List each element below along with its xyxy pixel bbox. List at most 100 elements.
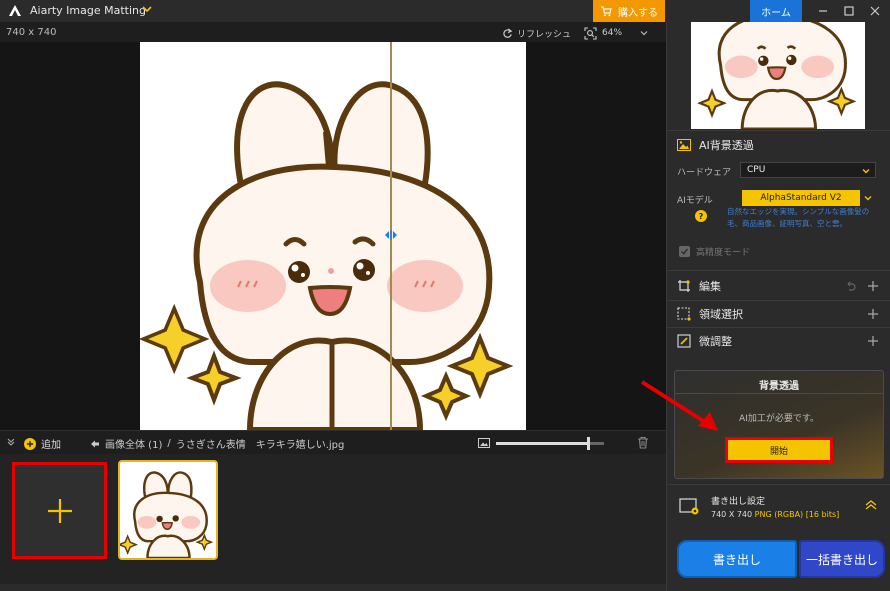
thumbnail-size-slider[interactable] — [496, 437, 604, 450]
chevron-down-icon[interactable] — [142, 4, 152, 14]
add-circle-icon — [24, 437, 36, 450]
ai-bg-section-header: AI背景透過 — [677, 136, 754, 154]
bg-removal-title: 背景透過 — [759, 381, 799, 392]
image-dimensions: 740 x 740 — [6, 27, 57, 38]
thumbnail-strip — [0, 454, 666, 584]
divider — [667, 130, 890, 131]
hardware-label: ハードウェア — [677, 168, 732, 178]
svg-text:?: ? — [699, 212, 704, 221]
start-label: 開始 — [769, 446, 788, 457]
export-dimensions: 740 X 740 — [711, 510, 753, 519]
refresh-button[interactable]: リフレッシュ — [502, 25, 571, 41]
divider — [667, 300, 890, 301]
trash-icon[interactable] — [637, 436, 649, 449]
ai-model-select[interactable]: AlphaStandard V2 — [742, 190, 860, 206]
buy-label: 購入する — [618, 7, 658, 19]
fine-tune-icon — [677, 334, 691, 348]
plus-icon — [47, 498, 72, 523]
fine-tune-label: 微調整 — [699, 335, 732, 348]
plus-icon[interactable] — [868, 309, 878, 319]
minimize-icon — [819, 10, 827, 12]
image-size-icon — [478, 438, 490, 448]
help-icon[interactable]: ? — [695, 210, 707, 222]
region-label: 領域選択 — [699, 308, 743, 321]
edit-section-header[interactable]: 編集 — [677, 277, 721, 295]
breadcrumb-separator: / — [167, 438, 171, 449]
cart-icon — [601, 6, 612, 17]
plus-icon[interactable] — [868, 336, 878, 346]
export-button[interactable]: 書き出し — [677, 540, 797, 578]
batch-export-label: 一括書き出し — [805, 552, 878, 567]
zoom-icon — [584, 26, 597, 40]
add-button[interactable]: 追加 — [24, 436, 61, 451]
slider-fill — [496, 442, 588, 445]
app-logo-icon — [9, 5, 21, 16]
buy-button[interactable]: 購入する — [593, 0, 665, 22]
add-image-tile[interactable] — [12, 462, 107, 559]
checkbox-icon — [679, 246, 690, 257]
right-panel: AI背景透過 ハードウェア CPU AIモデル AlphaStandard V2… — [666, 22, 890, 591]
zoom-value: 64% — [602, 28, 623, 38]
export-settings-icon — [679, 498, 699, 515]
minimize-button[interactable] — [812, 0, 834, 22]
region-section-header[interactable]: 領域選択 — [677, 305, 743, 323]
ai-bg-title: AI背景透過 — [699, 139, 754, 152]
edit-label: 編集 — [699, 280, 721, 293]
image-thumbnail[interactable] — [118, 460, 218, 560]
maximize-button[interactable] — [838, 0, 860, 22]
export-format: PNG (RGBA) [16 bits] — [754, 510, 840, 519]
title-bar: Aiarty Image Matting 購入する ホーム — [0, 0, 890, 22]
app-window: Aiarty Image Matting 購入する ホーム 740 x 740 — [0, 0, 890, 591]
ai-model-description: 自然なエッジを実現。シンプルな画像髪の毛、商品画像、証明写真、空と雲。 — [727, 207, 870, 228]
chevron-up-icon[interactable] — [865, 500, 877, 510]
batch-export-button[interactable]: 一括書き出し — [799, 540, 885, 578]
chevron-down-icon — [640, 31, 648, 36]
bunny-illustration — [140, 81, 514, 430]
home-button[interactable]: ホーム — [750, 0, 802, 22]
maximize-icon — [844, 6, 854, 16]
add-label: 追加 — [41, 440, 61, 451]
hardware-select[interactable]: CPU — [740, 162, 876, 178]
breadcrumb-root[interactable]: 画像全体 (1) — [105, 436, 162, 451]
plus-icon[interactable] — [868, 281, 878, 291]
ai-model-label: AIモデル — [677, 196, 713, 206]
breadcrumb-file: うさぎさん表情 キラキラ嬉しい.jpg — [175, 440, 345, 451]
hq-mode-checkbox[interactable]: 高精度モード — [679, 245, 750, 258]
start-button[interactable]: 開始 — [725, 437, 833, 463]
refresh-icon — [503, 27, 513, 38]
bunny-preview-icon — [697, 22, 857, 129]
chevron-down-icon — [862, 169, 870, 174]
undo-icon[interactable] — [845, 281, 856, 291]
bg-removal-panel: 背景透過 AI加工が必要です。 開始 — [674, 370, 884, 479]
close-icon — [870, 6, 880, 16]
region-select-icon — [677, 307, 691, 321]
zoom-control[interactable]: 64% — [584, 25, 649, 41]
breadcrumb: 画像全体 (1) / うさぎさん表情 キラキラ嬉しい.jpg — [90, 436, 344, 451]
image-preview — [140, 42, 526, 430]
back-arrow-icon[interactable] — [90, 439, 100, 449]
split-handle-icon[interactable] — [384, 228, 398, 242]
close-button[interactable] — [864, 0, 886, 22]
bg-removal-message: AI加工が必要です。 — [739, 414, 819, 424]
app-title: Aiarty Image Matting — [30, 4, 146, 17]
fine-tune-section-header[interactable]: 微調整 — [677, 332, 732, 350]
ai-model-value: AlphaStandard V2 — [760, 193, 842, 203]
chevron-down-icon[interactable] — [863, 193, 873, 203]
refresh-label: リフレッシュ — [517, 29, 572, 40]
home-label: ホーム — [761, 7, 791, 19]
image-canvas[interactable] — [0, 42, 666, 430]
file-bar: 追加 画像全体 (1) / うさぎさん表情 キラキラ嬉しい.jpg — [0, 430, 666, 454]
export-info: 740 X 740 PNG (RGBA) [16 bits] — [711, 510, 839, 519]
bunny-thumbnail-icon — [120, 471, 214, 558]
export-settings[interactable]: 書き出し設定 740 X 740 PNG (RGBA) [16 bits] — [667, 484, 890, 528]
divider — [667, 270, 890, 271]
divider — [675, 393, 883, 394]
slider-knob[interactable] — [586, 437, 590, 450]
collapse-icon[interactable] — [6, 437, 16, 447]
divider — [667, 327, 890, 328]
crop-edit-icon — [678, 280, 690, 292]
result-preview — [691, 22, 865, 129]
hq-mode-label: 高精度モード — [696, 248, 751, 258]
hardware-value: CPU — [747, 165, 766, 175]
ai-image-icon — [677, 139, 691, 151]
